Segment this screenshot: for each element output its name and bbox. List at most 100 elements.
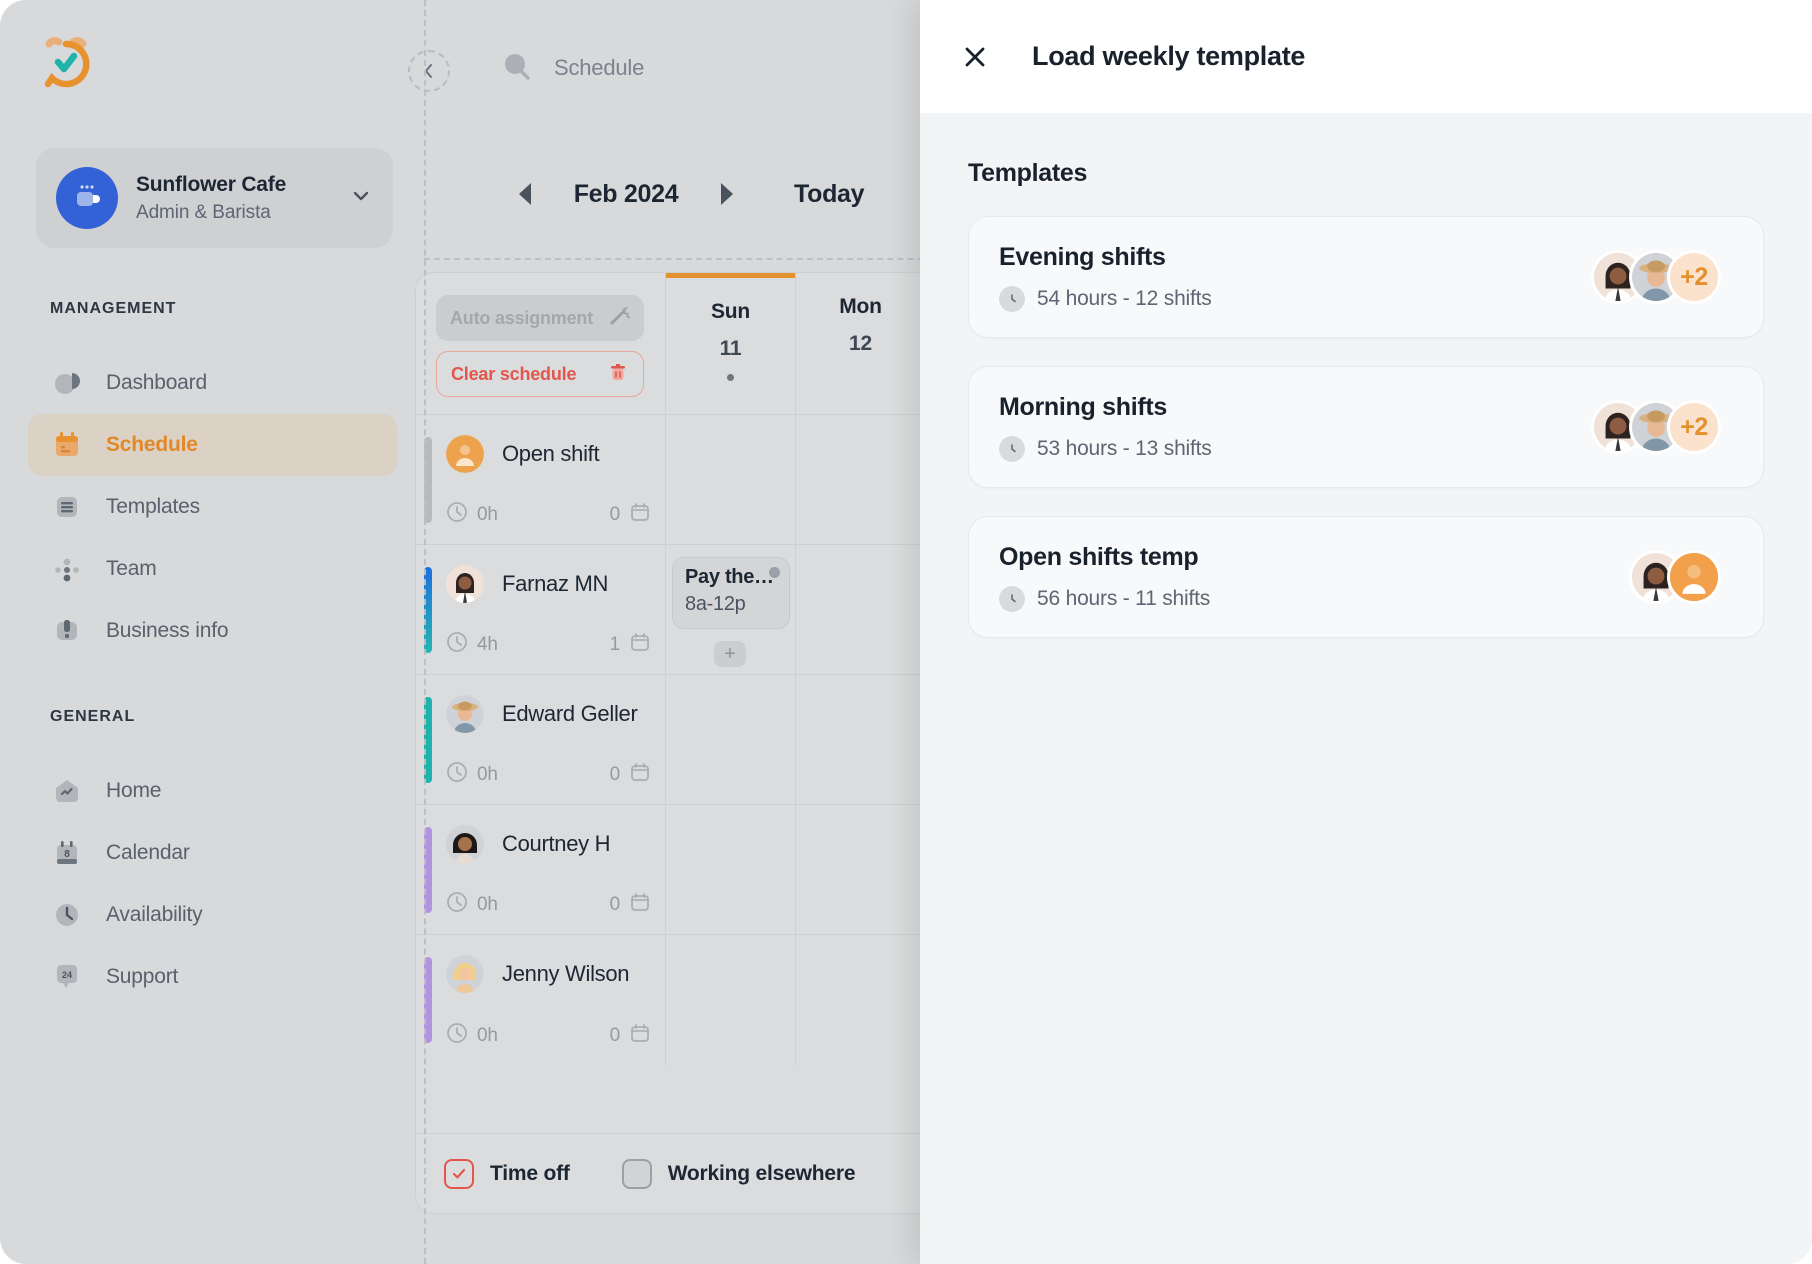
sidebar-item-business-info[interactable]: Business info bbox=[28, 600, 397, 662]
shift-cell[interactable] bbox=[796, 675, 926, 804]
chevron-down-icon bbox=[349, 184, 373, 213]
close-icon[interactable] bbox=[958, 40, 992, 74]
open-shift-avatar-icon bbox=[1667, 550, 1721, 604]
employee-cell-open-shift[interactable]: Open shift 0h 0 bbox=[416, 415, 666, 544]
template-info: Morning shifts 53 hours - 13 shifts bbox=[999, 393, 1212, 462]
sidebar-item-calendar[interactable]: 8 Calendar bbox=[28, 822, 397, 884]
clock-icon bbox=[999, 586, 1025, 612]
sidebar-collapse-button[interactable] bbox=[408, 50, 450, 92]
employee-hours: 0h bbox=[477, 504, 498, 526]
employee-stats: 4h 1 bbox=[446, 631, 651, 658]
day-column-mon[interactable]: Mon 12 bbox=[796, 273, 926, 414]
shift-cell[interactable] bbox=[796, 545, 926, 674]
sidebar-item-home[interactable]: Home bbox=[28, 760, 397, 822]
template-info: Open shifts temp 56 hours - 11 shifts bbox=[999, 543, 1210, 612]
shift-cell[interactable] bbox=[666, 805, 796, 934]
employee-cell-edward[interactable]: Edward Geller 0h 0 bbox=[416, 675, 666, 804]
day-dow-mon: Mon bbox=[839, 295, 882, 319]
shift-card[interactable]: Pay the… 8a-12p bbox=[672, 557, 790, 629]
sidebar-item-support[interactable]: 24 Support bbox=[28, 946, 397, 1008]
time-off-checkbox[interactable] bbox=[444, 1159, 474, 1189]
employee-shift-count: 0 bbox=[610, 1025, 620, 1047]
app-logo[interactable] bbox=[36, 32, 96, 92]
avatar bbox=[446, 565, 484, 603]
sidebar-label-business-info: Business info bbox=[106, 619, 228, 643]
template-meta: 53 hours - 13 shifts bbox=[999, 436, 1212, 462]
clock-icon bbox=[446, 761, 468, 788]
template-card-morning-shifts[interactable]: Morning shifts 53 hours - 13 shifts bbox=[968, 366, 1764, 488]
working-elsewhere-checkbox[interactable] bbox=[622, 1159, 652, 1189]
avatar bbox=[446, 695, 484, 733]
workspace-selector[interactable]: Sunflower Cafe Admin & Barista bbox=[36, 148, 393, 248]
day-column-sun[interactable]: Sun 11 bbox=[666, 273, 796, 414]
sidebar: Sunflower Cafe Admin & Barista MANAGEMEN… bbox=[0, 0, 425, 1264]
employee-stats: 0h 0 bbox=[446, 501, 651, 528]
employee-shift-count: 0 bbox=[610, 894, 620, 916]
sidebar-item-templates[interactable]: Templates bbox=[28, 476, 397, 538]
template-meta: 56 hours - 11 shifts bbox=[999, 586, 1210, 612]
shift-cell[interactable] bbox=[796, 935, 926, 1065]
horizontal-divider bbox=[424, 258, 984, 260]
add-shift-button[interactable]: + bbox=[714, 641, 746, 667]
sidebar-item-team[interactable]: Team bbox=[28, 538, 397, 600]
legend-item-working-elsewhere[interactable]: Working elsewhere bbox=[622, 1159, 856, 1189]
sidebar-label-home: Home bbox=[106, 779, 161, 803]
template-info: Evening shifts 54 hours - 12 shifts bbox=[999, 243, 1212, 312]
template-card-evening-shifts[interactable]: Evening shifts 54 hours - 12 shifts bbox=[968, 216, 1764, 338]
employee-hours: 0h bbox=[477, 894, 498, 916]
sidebar-label-dashboard: Dashboard bbox=[106, 371, 207, 395]
workspace-text: Sunflower Cafe Admin & Barista bbox=[136, 173, 349, 224]
sidebar-item-dashboard[interactable]: Dashboard bbox=[28, 352, 397, 414]
today-button[interactable]: Today bbox=[794, 180, 864, 209]
auto-assignment-button[interactable]: Auto assignment bbox=[436, 295, 644, 341]
employee-stats: 0h 0 bbox=[446, 761, 651, 788]
template-name: Open shifts temp bbox=[999, 543, 1210, 572]
sidebar-item-availability[interactable]: Availability bbox=[28, 884, 397, 946]
day-num-mon: 12 bbox=[849, 332, 872, 356]
template-meta-text: 54 hours - 12 shifts bbox=[1037, 287, 1212, 311]
search-input[interactable]: Schedule bbox=[554, 55, 644, 81]
shift-cell[interactable] bbox=[666, 675, 796, 804]
legend-item-time-off[interactable]: Time off bbox=[444, 1159, 570, 1189]
section-title-general: GENERAL bbox=[50, 708, 425, 726]
employee-cell-jenny[interactable]: Jenny Wilson 0h 0 bbox=[416, 935, 666, 1065]
clock-icon bbox=[446, 891, 468, 918]
magic-wand-icon bbox=[608, 305, 630, 332]
prev-month-button[interactable] bbox=[500, 168, 552, 220]
calendar-icon bbox=[629, 761, 651, 788]
day-dow-sun: Sun bbox=[711, 300, 750, 324]
modal-title: Load weekly template bbox=[1032, 41, 1305, 72]
shift-cell[interactable] bbox=[666, 415, 796, 544]
grid-toolbar-cell: Auto assignment Clear schedule bbox=[416, 273, 666, 414]
sidebar-label-team: Team bbox=[106, 557, 157, 581]
search-bar[interactable]: Schedule bbox=[500, 50, 644, 86]
shift-cell-sun[interactable]: Pay the… 8a-12p + bbox=[666, 545, 796, 674]
shift-cell[interactable] bbox=[666, 935, 796, 1065]
employee-shift-count: 1 bbox=[610, 634, 620, 656]
legend-label-working-elsewhere: Working elsewhere bbox=[668, 1162, 856, 1186]
workspace-avatar bbox=[56, 167, 118, 229]
next-month-button[interactable] bbox=[700, 168, 752, 220]
shift-cell[interactable] bbox=[796, 415, 926, 544]
employee-shift-count: 0 bbox=[610, 764, 620, 786]
employee-cell-farnaz[interactable]: Farnaz MN 4h 1 bbox=[416, 545, 666, 674]
employee-name: Open shift bbox=[502, 441, 599, 467]
shift-cell[interactable] bbox=[796, 805, 926, 934]
clock-icon bbox=[446, 631, 468, 658]
template-card-open-shifts-temp[interactable]: Open shifts temp 56 hours - 11 shifts bbox=[968, 516, 1764, 638]
modal-header: Load weekly template bbox=[920, 0, 1812, 113]
sidebar-item-schedule[interactable]: Schedule bbox=[28, 414, 397, 476]
nav-section-general: GENERAL Home bbox=[0, 708, 425, 1008]
template-avatar-group: +2 bbox=[1591, 400, 1721, 454]
calendar-icon bbox=[629, 891, 651, 918]
clear-schedule-button[interactable]: Clear schedule bbox=[436, 351, 644, 397]
support-24-icon: 24 bbox=[50, 960, 84, 994]
calendar-8-icon: 8 bbox=[50, 836, 84, 870]
avatar bbox=[446, 955, 484, 993]
date-navigation: Feb 2024 Today bbox=[500, 168, 864, 220]
clock-icon bbox=[999, 436, 1025, 462]
people-network-icon bbox=[50, 552, 84, 586]
clock-icon bbox=[999, 286, 1025, 312]
day-header-sun: Sun 11 bbox=[666, 273, 795, 415]
employee-cell-courtney[interactable]: Courtney H 0h 0 bbox=[416, 805, 666, 934]
